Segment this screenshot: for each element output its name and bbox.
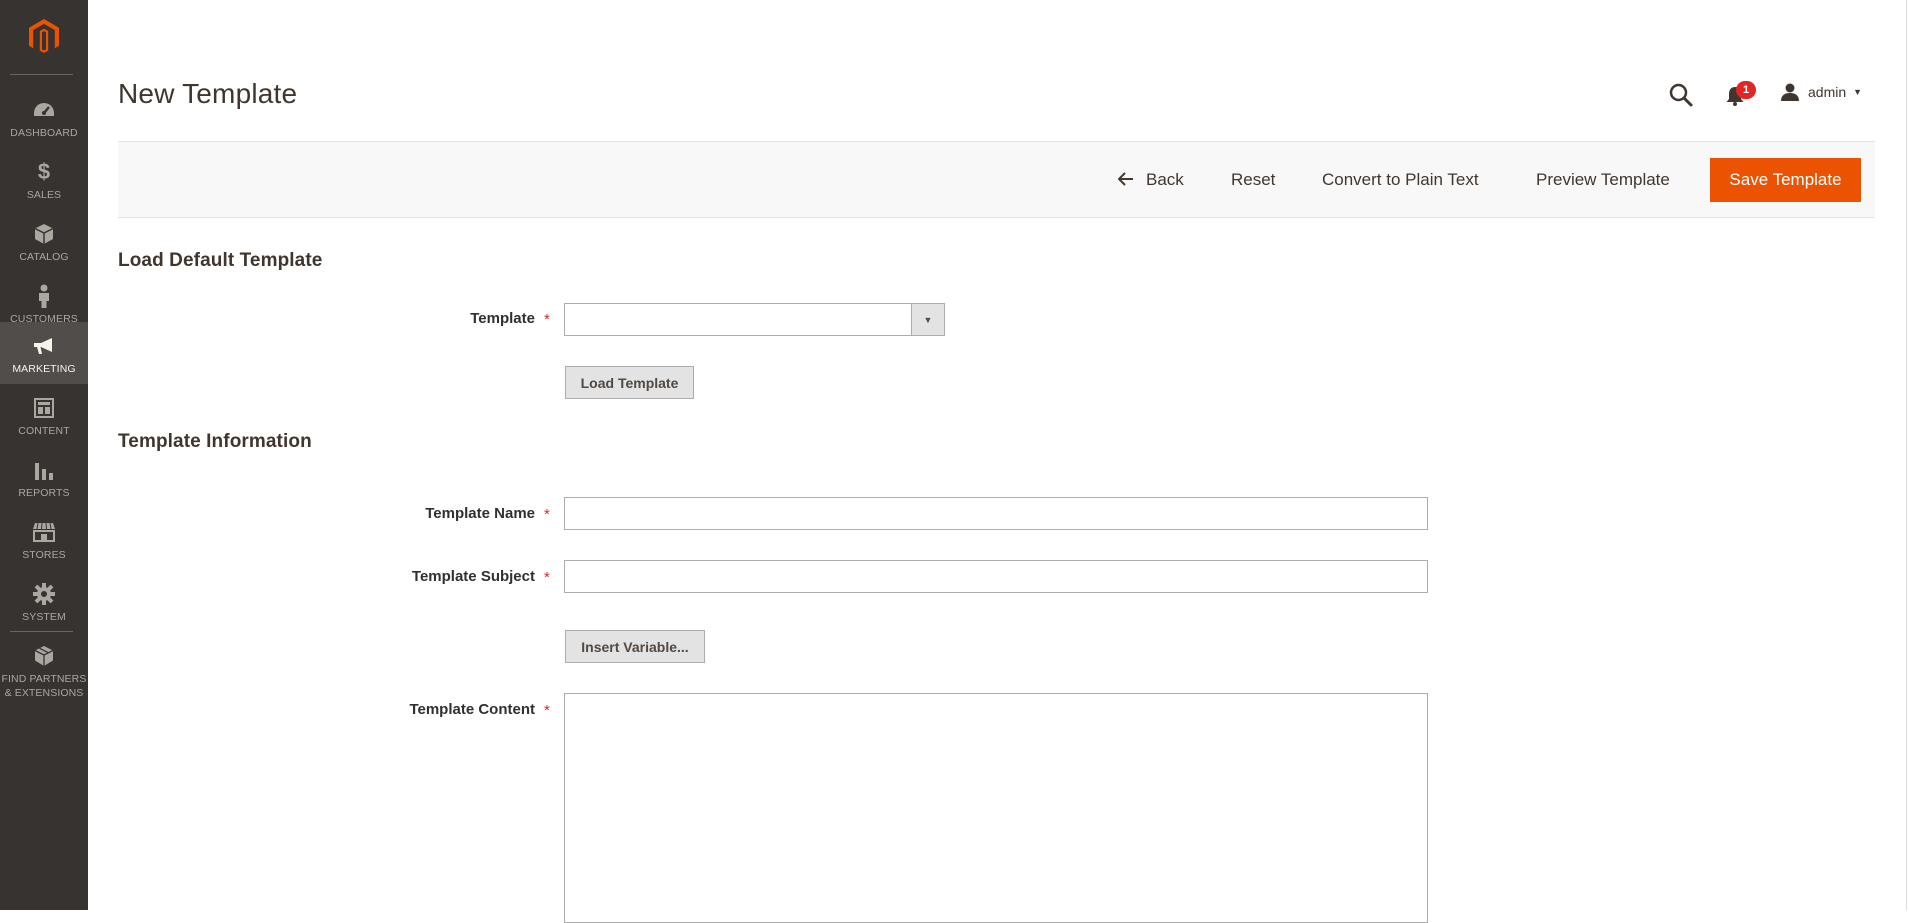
template-subject-label: Template Subject <box>411 568 535 585</box>
extensions-icon <box>32 644 56 668</box>
template-content-textarea[interactable] <box>564 693 1428 923</box>
storefront-icon <box>32 520 56 544</box>
user-account-menu[interactable]: admin ▼ <box>1780 81 1862 103</box>
person-icon <box>32 284 56 308</box>
nav-dashboard[interactable]: DASHBOARD <box>0 86 88 148</box>
nav-sales[interactable]: $ SALES <box>0 148 88 210</box>
box-icon <box>32 222 56 246</box>
nav-label: DASHBOARD <box>10 127 78 139</box>
dashboard-icon <box>32 98 56 122</box>
bar-chart-icon <box>32 458 56 482</box>
nav-marketing[interactable]: MARKETING <box>0 322 88 384</box>
required-asterisk: * <box>544 506 550 523</box>
nav-label: REPORTS <box>18 487 70 499</box>
required-asterisk: * <box>544 702 550 719</box>
back-button-label: Back <box>1146 170 1184 189</box>
nav-find-partners[interactable]: FIND PARTNERS & EXTENSIONS <box>0 632 88 712</box>
load-template-button[interactable]: Load Template <box>565 366 694 399</box>
required-asterisk: * <box>544 569 550 586</box>
chevron-down-icon: ▼ <box>1853 87 1863 97</box>
user-icon <box>1781 83 1799 101</box>
global-search-button[interactable] <box>1668 82 1694 108</box>
notifications-count-badge: 1 <box>1736 81 1756 99</box>
select-dropdown-icon[interactable]: ▼ <box>911 304 944 335</box>
nav-label: SALES <box>26 189 62 201</box>
page-actions-bar: Back Reset Convert to Plain Text Preview… <box>118 141 1875 218</box>
template-select[interactable]: ▼ <box>564 303 945 336</box>
save-template-button[interactable]: Save Template <box>1710 158 1861 202</box>
template-subject-input[interactable] <box>564 560 1428 593</box>
nav-catalog[interactable]: CATALOG <box>0 210 88 272</box>
nav-content[interactable]: CONTENT <box>0 384 88 446</box>
nav-reports[interactable]: REPORTS <box>0 446 88 508</box>
page-title: New Template <box>118 78 298 109</box>
admin-sidebar: DASHBOARD $ SALES CATALOG CUSTOMERS MARK… <box>0 0 88 910</box>
layout-icon <box>32 396 56 420</box>
search-icon <box>1669 83 1693 107</box>
nav-label: STORES <box>22 549 66 561</box>
section-title-load-default: Load Default Template <box>118 250 323 271</box>
required-asterisk: * <box>544 311 550 328</box>
template-name-label: Template Name <box>425 505 535 522</box>
nav-label: CONTENT <box>18 425 70 437</box>
template-content-label: Template Content <box>409 701 535 718</box>
user-name: admin <box>1808 84 1847 100</box>
nav-label: MARKETING <box>12 363 76 375</box>
arrow-left-icon <box>1117 170 1134 191</box>
page-scrollbar[interactable] <box>1906 0 1907 910</box>
magento-logo[interactable] <box>0 0 88 74</box>
nav-stores[interactable]: STORES <box>0 508 88 570</box>
dollar-icon: $ <box>37 159 51 184</box>
nav-label: FIND PARTNERS <box>1 673 87 685</box>
megaphone-icon <box>32 334 56 358</box>
preview-template-button[interactable]: Preview Template <box>1520 158 1686 202</box>
insert-variable-button[interactable]: Insert Variable... <box>565 630 705 663</box>
reset-button[interactable]: Reset <box>1215 158 1291 202</box>
nav-label: SYSTEM <box>22 611 66 623</box>
nav-label: & EXTENSIONS <box>4 687 84 699</box>
nav-label: CATALOG <box>19 251 69 263</box>
section-title-template-info: Template Information <box>118 431 312 452</box>
logo-divider <box>10 74 73 75</box>
gear-icon <box>32 582 56 606</box>
template-select-label: Template <box>470 310 535 327</box>
convert-to-plain-text-button[interactable]: Convert to Plain Text <box>1306 158 1495 202</box>
back-button[interactable]: Back <box>1102 158 1200 202</box>
nav-system[interactable]: SYSTEM <box>0 570 88 632</box>
template-name-input[interactable] <box>564 497 1428 530</box>
